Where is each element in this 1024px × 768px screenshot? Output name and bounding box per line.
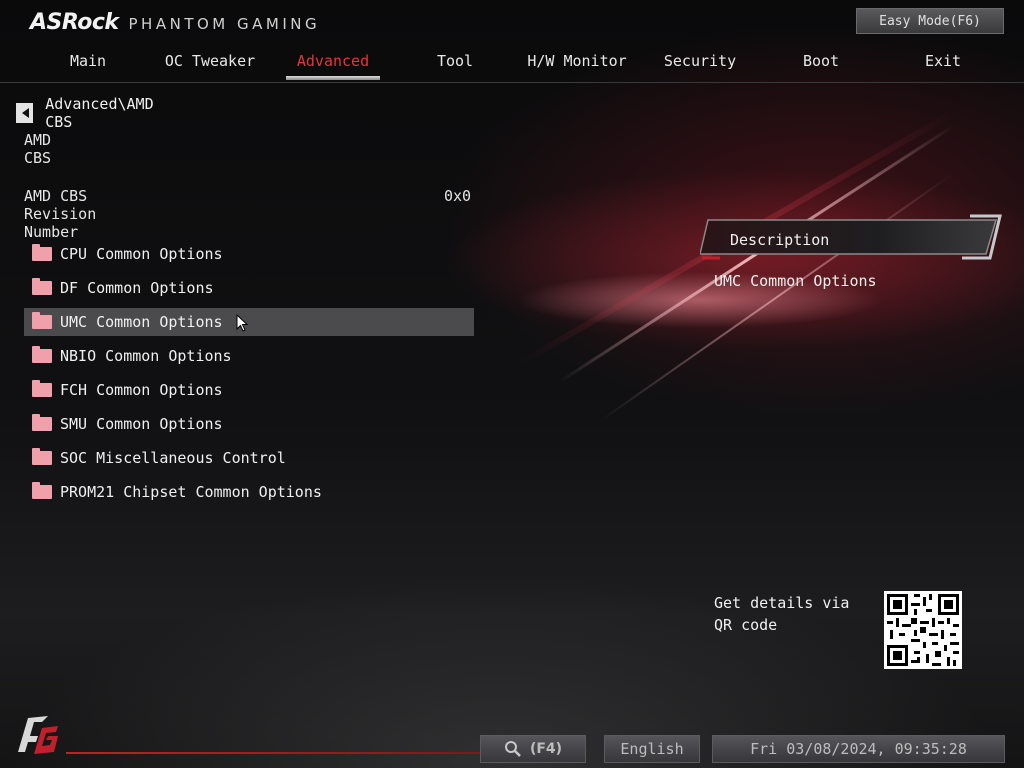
folder-icon bbox=[32, 482, 52, 499]
folder-icon bbox=[32, 346, 52, 363]
back-arrow-icon[interactable] bbox=[16, 103, 34, 123]
submenu-item-label: SOC Miscellaneous Control bbox=[60, 449, 286, 467]
phantom-gaming-logo-icon bbox=[12, 712, 64, 760]
folder-icon bbox=[32, 448, 52, 465]
qr-code-icon bbox=[884, 591, 962, 669]
submenu-item-prom21[interactable]: PROM21 Chipset Common Options bbox=[24, 478, 474, 506]
search-shortcut: (F4) bbox=[529, 741, 563, 757]
header: ASRock PHANTOM GAMING Easy Mode(F6) Main… bbox=[0, 0, 1024, 83]
tab-tool[interactable]: Tool bbox=[437, 52, 473, 70]
qr-caption: Get details via QR code bbox=[714, 594, 850, 634]
search-button[interactable]: (F4) bbox=[480, 735, 586, 763]
folder-icon bbox=[32, 414, 52, 431]
tab-oc-tweaker[interactable]: OC Tweaker bbox=[165, 52, 255, 70]
tab-main[interactable]: Main bbox=[70, 52, 106, 70]
footer-accent-line bbox=[66, 752, 486, 754]
folder-icon bbox=[32, 380, 52, 397]
tab-advanced[interactable]: Advanced bbox=[297, 52, 369, 70]
folder-icon bbox=[32, 244, 52, 261]
submenu-item-label: CPU Common Options bbox=[60, 245, 223, 263]
submenu-list: CPU Common Options DF Common Options UMC… bbox=[24, 240, 474, 512]
easy-mode-button[interactable]: Easy Mode(F6) bbox=[856, 8, 1004, 34]
submenu-item-cpu[interactable]: CPU Common Options bbox=[24, 240, 474, 268]
submenu-item-label: UMC Common Options bbox=[60, 313, 223, 331]
submenu-item-label: PROM21 Chipset Common Options bbox=[60, 483, 322, 501]
revision-value: 0x0 bbox=[444, 187, 472, 205]
search-icon bbox=[504, 741, 521, 757]
description-title: Description bbox=[730, 231, 830, 249]
folder-icon bbox=[32, 278, 52, 295]
datetime-display: Fri 03/08/2024, 09:35:28 bbox=[712, 735, 1005, 763]
folder-icon bbox=[32, 312, 52, 329]
main-nav: Main OC Tweaker Advanced Tool H/W Monito… bbox=[0, 46, 1024, 83]
tab-hw-monitor[interactable]: H/W Monitor bbox=[527, 52, 626, 70]
submenu-item-umc[interactable]: UMC Common Options bbox=[24, 308, 474, 336]
submenu-item-label: SMU Common Options bbox=[60, 415, 223, 433]
tab-security[interactable]: Security bbox=[664, 52, 736, 70]
section-title: AMD CBS bbox=[24, 131, 52, 167]
asrock-logo: ASRock PHANTOM GAMING bbox=[30, 10, 320, 35]
logo-brand: ASRock bbox=[30, 10, 119, 35]
tab-boot[interactable]: Boot bbox=[803, 52, 839, 70]
active-tab-indicator bbox=[286, 76, 380, 80]
tab-exit[interactable]: Exit bbox=[925, 52, 961, 70]
logo-subtitle: PHANTOM GAMING bbox=[128, 15, 321, 33]
submenu-item-df[interactable]: DF Common Options bbox=[24, 274, 474, 302]
submenu-item-nbio[interactable]: NBIO Common Options bbox=[24, 342, 474, 370]
submenu-item-label: FCH Common Options bbox=[60, 381, 223, 399]
language-button[interactable]: English bbox=[604, 735, 700, 763]
breadcrumb: Advanced\AMD CBS bbox=[16, 95, 158, 131]
submenu-item-label: NBIO Common Options bbox=[60, 347, 232, 365]
description-header: Description bbox=[700, 214, 1002, 260]
submenu-item-fch[interactable]: FCH Common Options bbox=[24, 376, 474, 404]
breadcrumb-path: Advanced\AMD CBS bbox=[45, 95, 154, 131]
revision-label: AMD CBS Revision Number bbox=[24, 187, 97, 241]
submenu-item-smu[interactable]: SMU Common Options bbox=[24, 410, 474, 438]
submenu-item-soc[interactable]: SOC Miscellaneous Control bbox=[24, 444, 474, 472]
submenu-item-label: DF Common Options bbox=[60, 279, 214, 297]
description-text: UMC Common Options bbox=[714, 272, 877, 290]
